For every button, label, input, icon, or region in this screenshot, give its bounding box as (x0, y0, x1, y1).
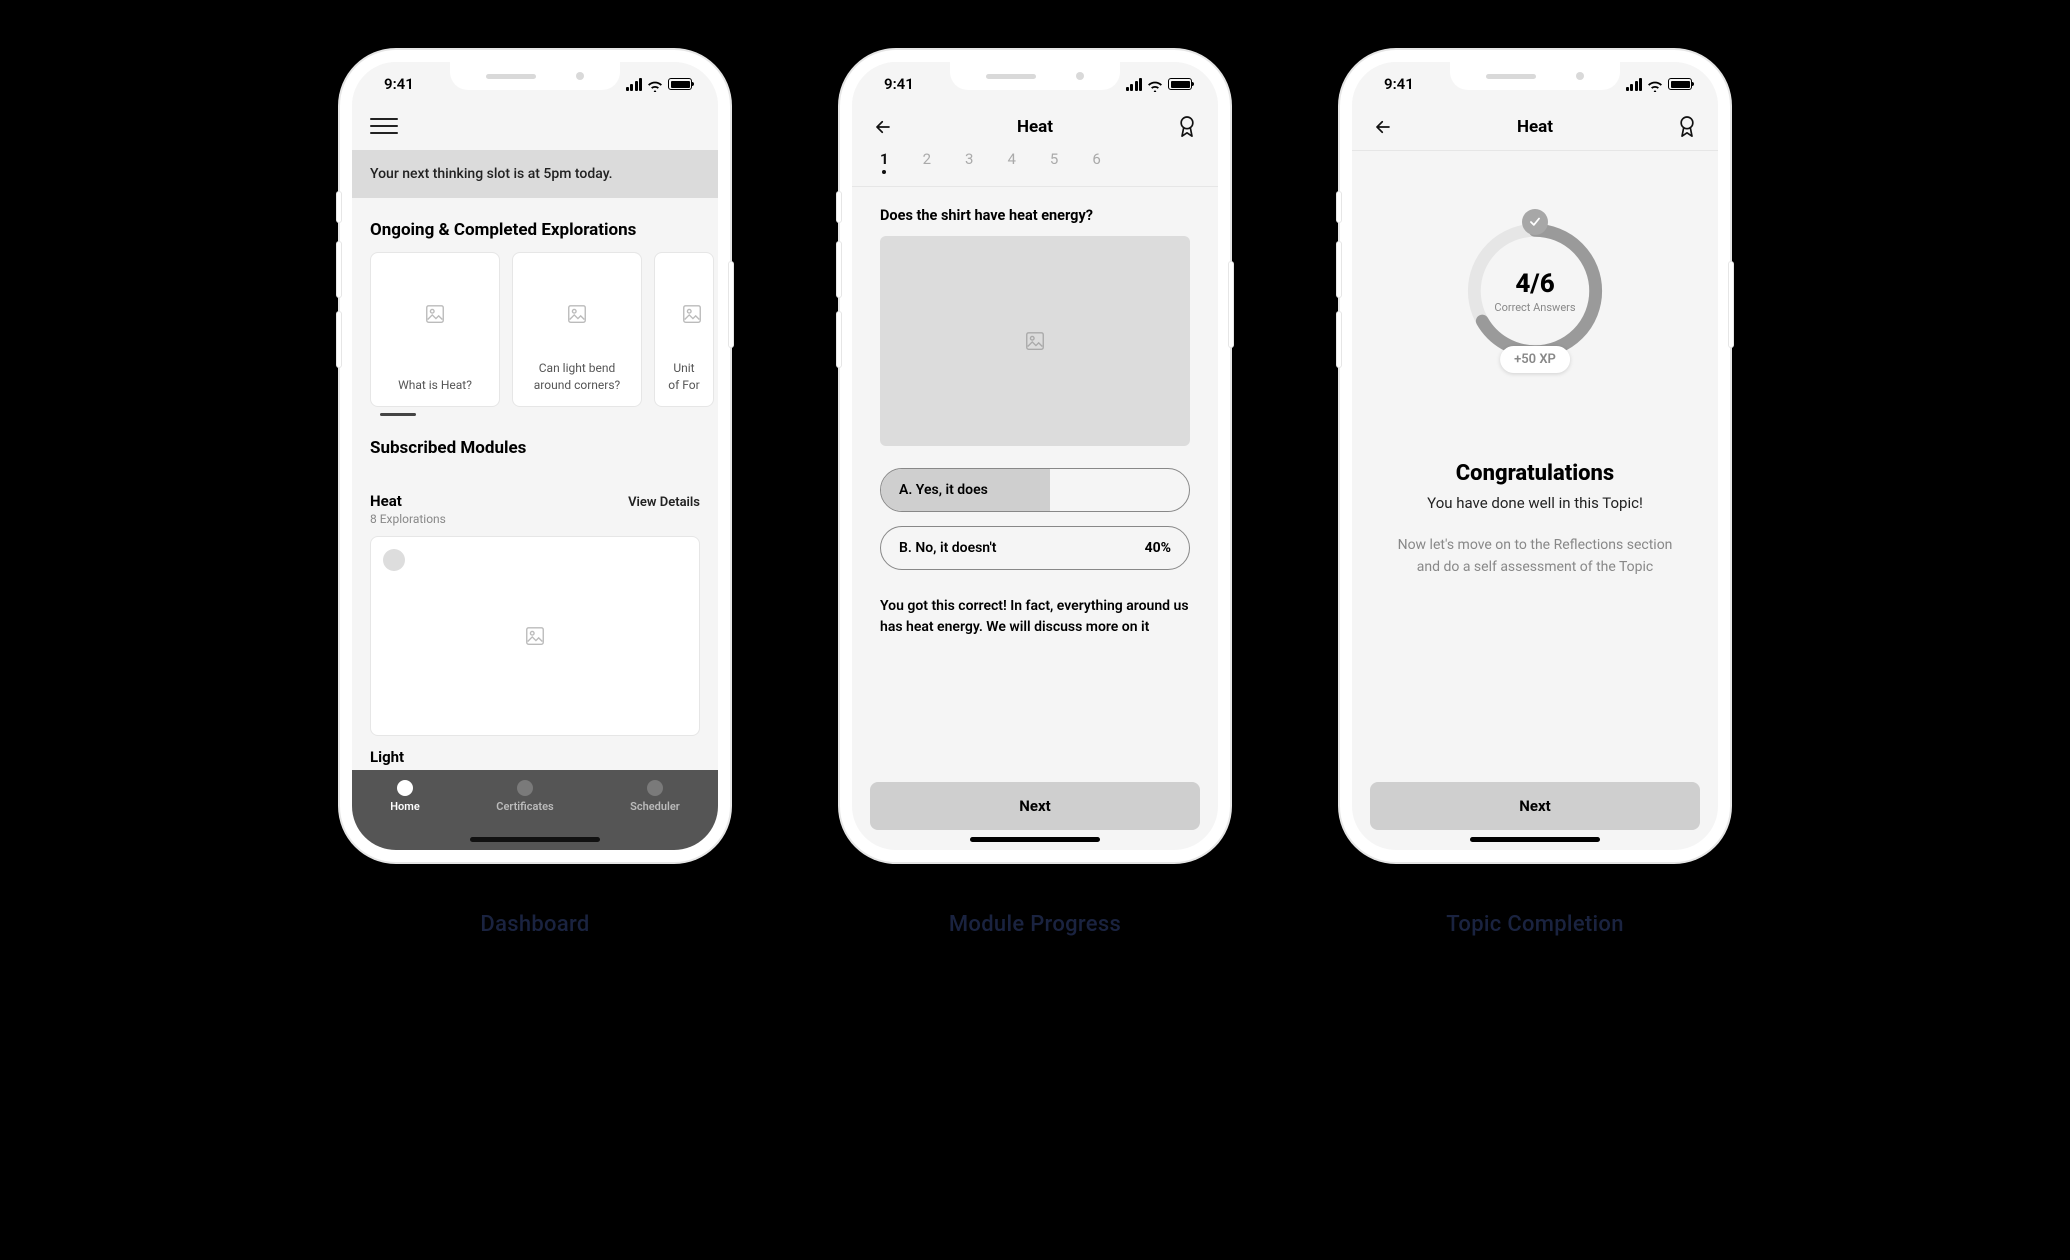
next-button[interactable]: Next (1370, 782, 1700, 830)
notification-banner: Your next thinking slot is at 5pm today. (352, 150, 718, 198)
tab-scheduler[interactable]: Scheduler (630, 780, 680, 813)
exploration-card-title: What is Heat? (398, 377, 472, 394)
tab-bar: Home Certificates Scheduler (352, 770, 718, 850)
wifi-icon (647, 78, 663, 90)
choice-b-pct: 40% (1145, 540, 1171, 556)
dashboard-phone: 9:41 Your next thinking slot is at 5pm t… (340, 50, 730, 862)
choice-b[interactable]: B. No, it doesn't 40% (880, 526, 1190, 570)
carousel-indicator (352, 407, 718, 416)
image-placeholder-icon (1024, 330, 1046, 352)
step-2[interactable]: 2 (923, 150, 931, 176)
wifi-icon (1147, 78, 1163, 90)
question-image (880, 236, 1190, 446)
next-button[interactable]: Next (870, 782, 1200, 830)
choice-a[interactable]: A. Yes, it does (880, 468, 1190, 512)
tab-certificates[interactable]: Certificates (496, 780, 553, 813)
check-icon (1522, 209, 1548, 235)
status-time: 9:41 (384, 75, 414, 93)
side-button (837, 192, 841, 222)
module-name: Heat (370, 492, 446, 510)
battery-icon (1168, 78, 1192, 90)
caption: Topic Completion (1446, 912, 1624, 937)
home-indicator (470, 837, 600, 842)
exploration-card-title: Can light bend around corners? (525, 360, 629, 394)
side-button (1729, 262, 1733, 347)
score-value: 4/6 (1515, 269, 1554, 299)
side-button (337, 192, 341, 222)
side-button (837, 312, 841, 367)
back-button[interactable] (1370, 114, 1396, 140)
image-placeholder-icon (681, 303, 703, 325)
topic-completion-phone: 9:41 Heat 4/6 Correct Answers +50 XP Con… (1340, 50, 1730, 862)
image-placeholder-icon (566, 303, 588, 325)
choice-b-label: B. No, it doesn't (899, 540, 997, 556)
module-name: Light (352, 736, 718, 766)
choice-a-label: A. Yes, it does (899, 482, 988, 498)
signal-icon (1126, 78, 1143, 91)
step-5[interactable]: 5 (1050, 150, 1058, 176)
caption: Dashboard (480, 912, 589, 937)
modules-title: Subscribed Modules (352, 416, 718, 470)
page-title: Heat (1017, 117, 1053, 137)
step-4[interactable]: 4 (1007, 150, 1015, 176)
side-button (1337, 312, 1341, 367)
notch (950, 62, 1120, 90)
score-label: Correct Answers (1494, 301, 1575, 314)
side-button (837, 242, 841, 297)
side-button (337, 312, 341, 367)
page-title: Heat (1517, 117, 1553, 137)
battery-icon (668, 78, 692, 90)
image-placeholder-icon (424, 303, 446, 325)
congrats-body: Now let's move on to the Reflections sec… (1352, 534, 1718, 579)
step-3[interactable]: 3 (965, 150, 973, 176)
question-text: Does the shirt have heat energy? (880, 187, 1190, 236)
module-card[interactable] (370, 536, 700, 736)
congrats-title: Congratulations (1456, 461, 1614, 486)
award-button[interactable] (1674, 114, 1700, 140)
home-indicator (970, 837, 1100, 842)
exploration-card[interactable]: Unit of For (654, 252, 714, 407)
module-progress-phone: 9:41 Heat 1 2 3 4 5 6 Does the shirt hav… (840, 50, 1230, 862)
battery-icon (1668, 78, 1692, 90)
signal-icon (1626, 78, 1643, 91)
view-details-link[interactable]: View Details (628, 495, 700, 510)
tab-home[interactable]: Home (390, 780, 420, 813)
xp-badge: +50 XP (1500, 346, 1570, 373)
explorations-title: Ongoing & Completed Explorations (352, 198, 718, 252)
side-button (729, 262, 733, 347)
step-1[interactable]: 1 (880, 150, 889, 176)
status-time: 9:41 (1384, 75, 1414, 93)
back-button[interactable] (870, 114, 896, 140)
home-indicator (1470, 837, 1600, 842)
congrats-sub: You have done well in this Topic! (1427, 494, 1643, 512)
wifi-icon (1647, 78, 1663, 90)
notch (450, 62, 620, 90)
side-button (337, 242, 341, 297)
explorations-row[interactable]: What is Heat? Can light bend around corn… (352, 252, 718, 407)
notch (1450, 62, 1620, 90)
side-button (1229, 262, 1233, 347)
image-placeholder-icon (524, 625, 546, 647)
step-tabs: 1 2 3 4 5 6 (852, 150, 1218, 187)
exploration-card-title: Unit of For (667, 360, 701, 394)
exploration-card[interactable]: What is Heat? (370, 252, 500, 407)
side-button (1337, 242, 1341, 297)
module-sub: 8 Explorations (370, 512, 446, 526)
status-time: 9:41 (884, 75, 914, 93)
feedback-text: You got this correct! In fact, everythin… (880, 570, 1190, 638)
exploration-card[interactable]: Can light bend around corners? (512, 252, 642, 407)
module-avatar (383, 549, 405, 571)
caption: Module Progress (949, 912, 1121, 937)
signal-icon (626, 78, 643, 91)
menu-button[interactable] (370, 112, 398, 140)
step-6[interactable]: 6 (1092, 150, 1100, 176)
side-button (1337, 192, 1341, 222)
award-button[interactable] (1174, 114, 1200, 140)
score-ring: 4/6 Correct Answers +50 XP (1465, 221, 1605, 361)
